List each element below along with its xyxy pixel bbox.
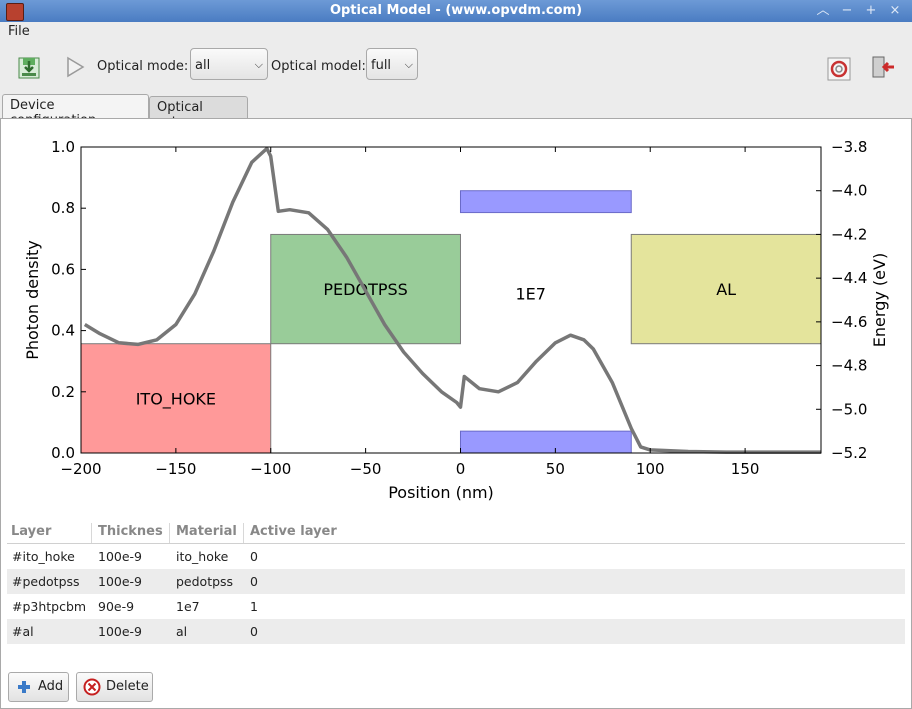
chevron-down-icon: ⌵ xyxy=(404,58,413,71)
cell-thickness[interactable]: 100e-9 xyxy=(98,549,142,564)
active-layer-label: 1E7 xyxy=(515,284,545,303)
y2-tick-label: −4.8 xyxy=(831,357,867,375)
header-active-layer[interactable]: Active layer xyxy=(250,524,337,539)
cell-material[interactable]: al xyxy=(176,624,187,639)
help-lifebuoy-icon[interactable] xyxy=(826,56,852,82)
add-button-label: Add xyxy=(38,679,64,694)
chevron-up-icon[interactable]: ︿ xyxy=(814,3,832,19)
delete-icon xyxy=(83,678,101,696)
layer-label: ITO_HOKE xyxy=(136,389,216,409)
y2-tick-label: −5.2 xyxy=(831,444,867,462)
column-divider xyxy=(91,523,92,543)
toolbar: Optical mode: all ⌵ Optical model: full … xyxy=(0,42,912,94)
optical-model-select[interactable]: full ⌵ xyxy=(366,48,418,80)
x-tick-label: −150 xyxy=(155,460,196,478)
y2-tick-label: −4.6 xyxy=(831,313,867,331)
x-tick-label: −50 xyxy=(350,460,382,478)
cell-thickness[interactable]: 100e-9 xyxy=(98,624,142,639)
tab-optical-setup[interactable]: Optical setup xyxy=(149,96,248,130)
cell-thickness[interactable]: 100e-9 xyxy=(98,574,142,589)
y-tick-label: 1.0 xyxy=(51,138,75,156)
cell-layer[interactable]: #al xyxy=(12,624,34,639)
y-tick-label: 0.4 xyxy=(51,322,75,340)
cell-material[interactable]: 1e7 xyxy=(176,599,200,614)
layer-label: AL xyxy=(716,280,736,299)
chevron-down-icon: ⌵ xyxy=(254,58,263,71)
table-row[interactable]: #pedotpss 100e-9 pedotpss 0 xyxy=(7,569,905,594)
x-tick-label: 0 xyxy=(456,460,466,478)
cell-material[interactable]: ito_hoke xyxy=(176,549,228,564)
optical-model-value: full xyxy=(371,58,392,73)
plus-icon xyxy=(18,681,30,693)
x-tick-label: 100 xyxy=(636,460,665,478)
header-layer[interactable]: Layer xyxy=(11,524,51,539)
cell-active-layer[interactable]: 1 xyxy=(250,599,258,614)
exit-icon[interactable] xyxy=(870,54,896,80)
y-axis-label: Photon density xyxy=(23,240,42,360)
delete-button[interactable]: Delete xyxy=(76,672,153,702)
minimize-icon[interactable]: − xyxy=(838,3,856,19)
energy-band xyxy=(459,430,632,454)
optical-mode-value: all xyxy=(195,58,211,73)
column-divider xyxy=(169,523,170,543)
delete-button-label: Delete xyxy=(106,679,149,694)
table-row[interactable]: #al 100e-9 al 0 xyxy=(7,619,905,644)
column-divider xyxy=(243,523,244,543)
table-row[interactable]: #p3htpcbm 90e-9 1e7 1 xyxy=(7,594,905,619)
x-axis-label: Position (nm) xyxy=(388,483,494,502)
header-material[interactable]: Material xyxy=(176,524,237,539)
close-icon[interactable]: × xyxy=(886,3,904,19)
maximize-icon[interactable]: + xyxy=(862,3,880,19)
y2-tick-label: −4.2 xyxy=(831,225,867,243)
cell-thickness[interactable]: 90e-9 xyxy=(98,599,134,614)
y2-tick-label: −5.0 xyxy=(831,400,867,418)
cell-active-layer[interactable]: 0 xyxy=(250,624,258,639)
y-tick-label: 0.6 xyxy=(51,260,75,278)
add-button[interactable]: Add xyxy=(8,672,69,702)
menu-file[interactable]: File xyxy=(8,24,30,39)
x-tick-label: 50 xyxy=(546,460,565,478)
y2-axis-label: Energy (eV) xyxy=(870,253,889,347)
cell-layer[interactable]: #pedotpss xyxy=(12,574,80,589)
table-header: Layer Thicknes Material Active layer xyxy=(7,523,905,544)
x-tick-label: −200 xyxy=(60,460,101,478)
energy-band xyxy=(459,190,632,214)
save-export-icon[interactable] xyxy=(16,54,42,80)
optical-mode-select[interactable]: all ⌵ xyxy=(190,48,268,80)
x-tick-label: −100 xyxy=(250,460,291,478)
play-icon[interactable] xyxy=(62,54,88,80)
x-tick-label: 150 xyxy=(731,460,760,478)
y2-tick-label: −4.0 xyxy=(831,182,867,200)
y-tick-label: 0.2 xyxy=(51,383,75,401)
device-configuration-panel: ITO_HOKE PEDOTPSS AL 1E7 −200 −150 −100 −50 0 50 1… xyxy=(0,118,912,709)
optical-mode-label: Optical mode: xyxy=(97,59,189,74)
table-row[interactable]: #ito_hoke 100e-9 ito_hoke 0 xyxy=(7,544,905,569)
header-thickness[interactable]: Thicknes xyxy=(98,524,163,539)
menu-bar: File xyxy=(0,22,912,42)
y-tick-label: 0.0 xyxy=(51,444,75,462)
tab-bar: Device configuration Optical setup xyxy=(0,94,912,130)
layer-table[interactable]: Layer Thicknes Material Active layer #it… xyxy=(7,523,905,644)
cell-active-layer[interactable]: 0 xyxy=(250,574,258,589)
y-tick-label: 0.8 xyxy=(51,199,75,217)
window-title: Optical Model - (www.opvdm.com) xyxy=(329,3,583,18)
y2-tick-label: −4.4 xyxy=(831,269,867,287)
optical-model-label: Optical model: xyxy=(271,59,366,74)
y2-tick-label: −3.8 xyxy=(831,138,867,156)
title-bar: Optical Model - (www.opvdm.com) ︿ − + × xyxy=(0,0,912,22)
optical-chart: ITO_HOKEPEDOTPSS AL1E7−200 −150 −100 −50 0 50 1… xyxy=(23,138,889,502)
tab-device-configuration[interactable]: Device configuration xyxy=(2,94,149,128)
cell-layer[interactable]: #ito_hoke xyxy=(12,549,75,564)
cell-active-layer[interactable]: 0 xyxy=(250,549,258,564)
cell-layer[interactable]: #p3htpcbm xyxy=(12,599,86,614)
cell-material[interactable]: pedotpss xyxy=(176,574,233,589)
